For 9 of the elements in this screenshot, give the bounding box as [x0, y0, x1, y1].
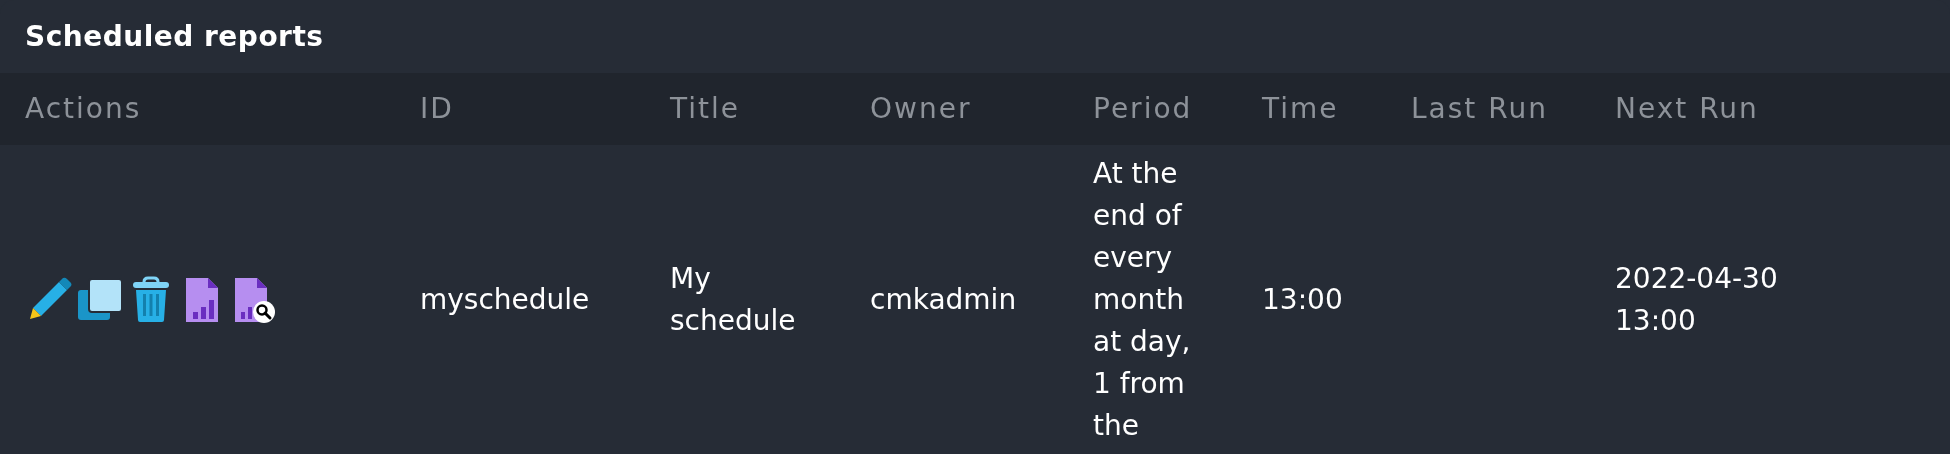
- column-header[interactable]: ID: [420, 88, 454, 130]
- panel-title: Scheduled reports: [24, 18, 325, 55]
- report-id: myschedule: [420, 281, 590, 318]
- time-text: 13:00: [1262, 281, 1343, 318]
- owner-name: cmkadmin: [870, 281, 1017, 318]
- report-title: My schedule: [670, 260, 797, 339]
- column-header[interactable]: Actions: [25, 88, 142, 130]
- next-run-text: 2022-04-30 13:00: [1615, 260, 1779, 339]
- period-text: At the end of every month at day, 1 from the: [1093, 155, 1192, 444]
